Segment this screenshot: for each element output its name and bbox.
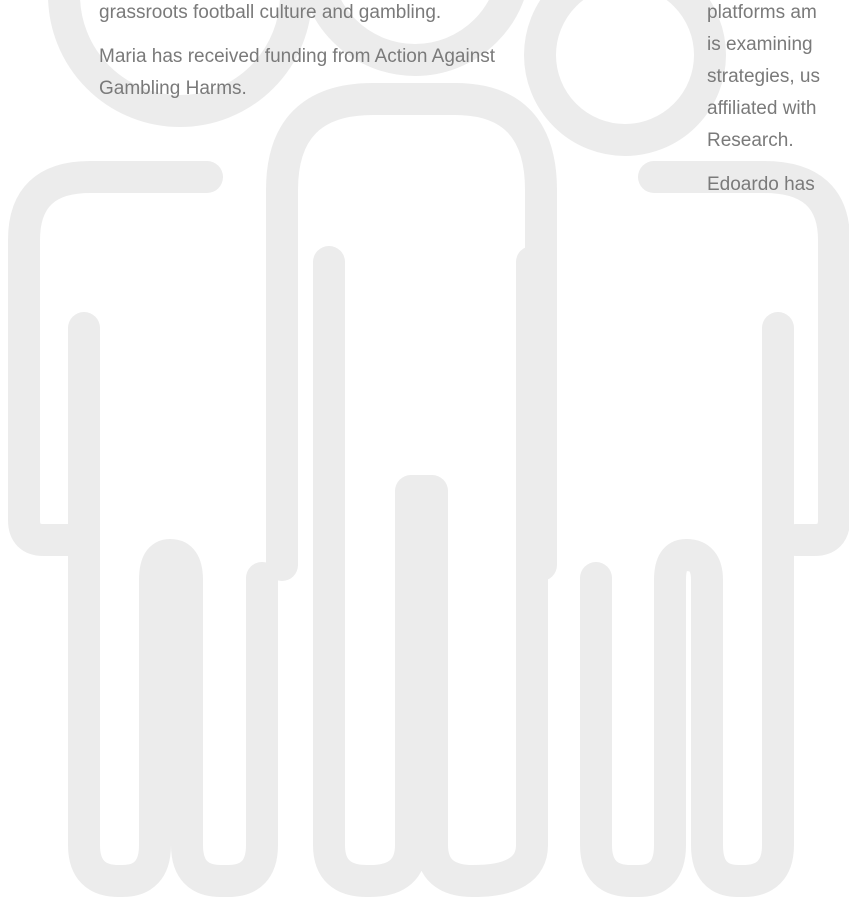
bio-text-line: is examining [707,34,813,55]
bio-text-line: affiliated with [707,98,817,119]
center-person-body [266,83,557,897]
right-author-bio: platforms am is examining strategies, us… [707,0,820,201]
left-author-bio: grassroots football culture and gambling… [99,0,495,105]
left-person-body [8,161,278,897]
funding-disclosure-line: Gambling Harms. [99,78,247,99]
right-person-head [524,0,726,156]
funding-disclosure-line: Maria has received funding from Action A… [99,46,496,67]
bio-text-line: strategies, us [707,66,820,87]
bio-text-line: grassroots football culture and gambling… [99,2,442,23]
bio-text-line: Research. [707,130,794,151]
bio-text-line: platforms am [707,2,817,23]
right-person-body [580,161,849,897]
funding-disclosure-line: Edoardo has [707,174,815,195]
